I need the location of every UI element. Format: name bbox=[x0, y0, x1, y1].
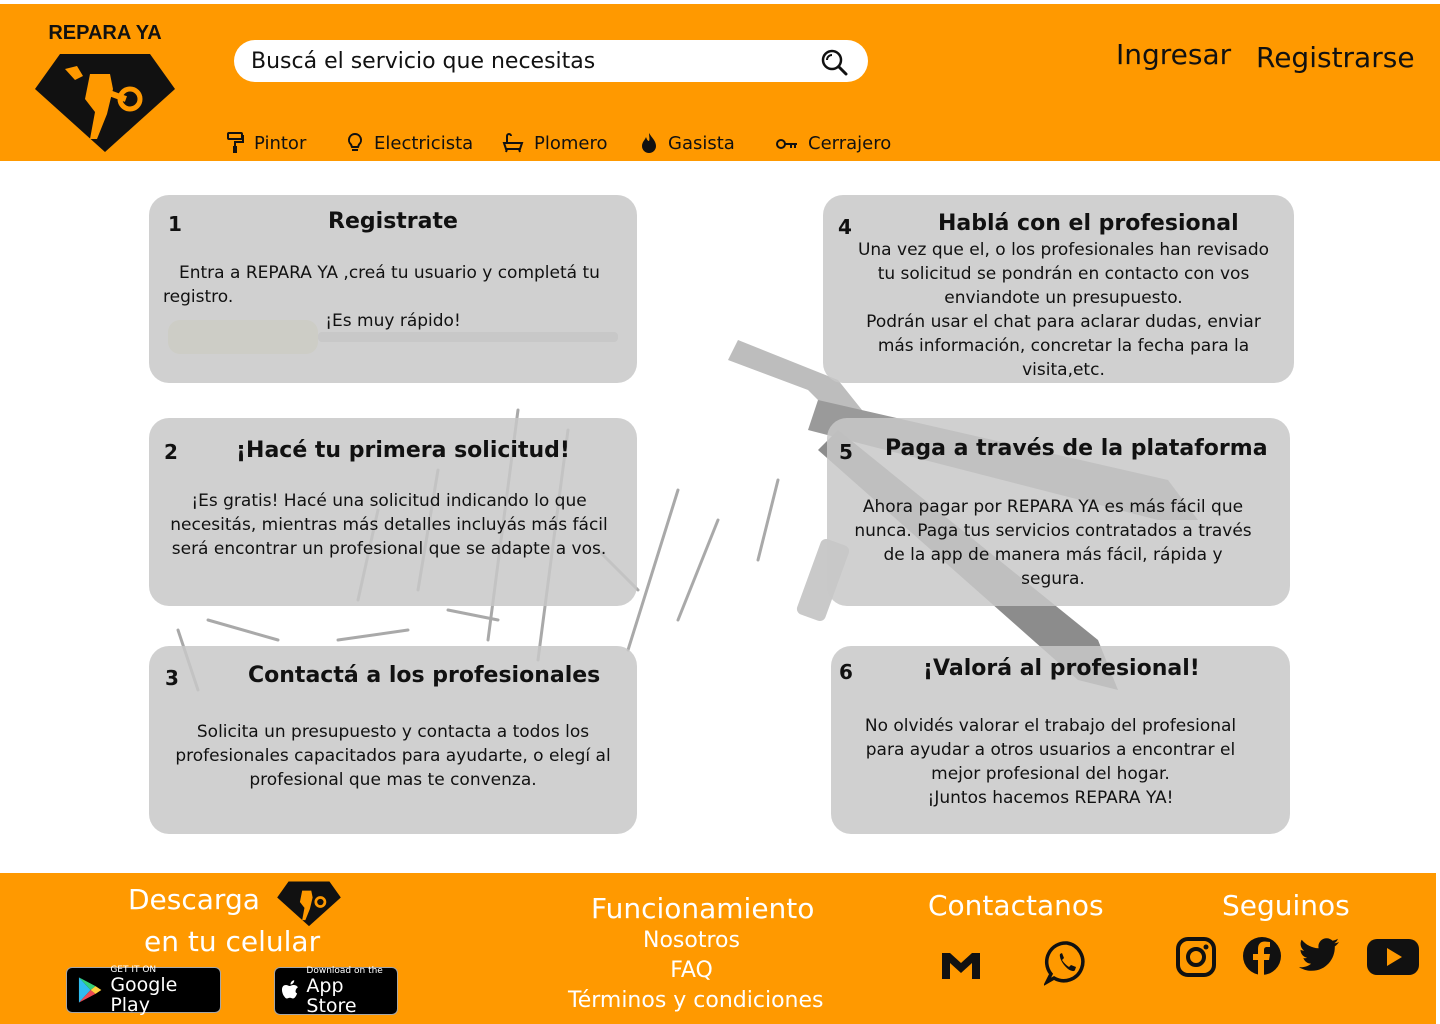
key-icon bbox=[776, 139, 797, 149]
step-number: 4 bbox=[838, 215, 852, 239]
nav-label: Pintor bbox=[254, 132, 307, 154]
youtube-icon[interactable] bbox=[1366, 937, 1420, 977]
logo[interactable]: REPARA YA bbox=[30, 22, 180, 157]
search-bar[interactable]: Buscá el servicio que necesitas bbox=[234, 40, 868, 82]
logo-text: REPARA YA bbox=[48, 22, 162, 44]
google-play-badge[interactable]: GET IT ON Google Play bbox=[66, 965, 221, 1016]
step-body-text: ¡Es muy rápido! bbox=[325, 311, 461, 331]
step-body-text: Entra a REPARA YA ,creá tu usuario y com… bbox=[163, 263, 600, 307]
nav-item-electricista[interactable]: Electricista bbox=[346, 132, 473, 154]
step-body-text: Solicita un presupuesto y contacta a tod… bbox=[175, 722, 611, 790]
step-title: ¡Hacé tu primera solicitud! bbox=[236, 438, 570, 463]
step-number: 2 bbox=[164, 440, 178, 464]
paint-roller-icon bbox=[227, 132, 244, 153]
step-card-6: 6 ¡Valorá al profesional! No olvidés val… bbox=[831, 646, 1290, 834]
logo-icon bbox=[277, 881, 341, 927]
step-body-text: Una vez que el, o los profesionales han … bbox=[857, 240, 1270, 308]
step-title: ¡Valorá al profesional! bbox=[923, 656, 1200, 681]
search-input[interactable]: Buscá el servicio que necesitas bbox=[251, 49, 595, 74]
step-card-5: 5 Paga a través de la plataforma Ahora p… bbox=[827, 418, 1290, 606]
step-number: 3 bbox=[165, 666, 179, 690]
footer-link-terminos[interactable]: Términos y condiciones bbox=[568, 988, 824, 1013]
twitter-icon[interactable] bbox=[1298, 938, 1340, 974]
step-body: No olvidés valorar el trabajo del profes… bbox=[853, 714, 1248, 810]
nav-label: Plomero bbox=[534, 132, 608, 154]
step-title: Paga a través de la plataforma bbox=[885, 436, 1268, 461]
nav-label: Electricista bbox=[374, 132, 474, 154]
bathtub-icon bbox=[502, 133, 524, 153]
nav-item-plomero[interactable]: Plomero bbox=[502, 132, 608, 154]
step-body-text: ¡Es gratis! Hacé una solicitud indicando… bbox=[170, 491, 608, 559]
lightbulb-icon bbox=[347, 132, 363, 151]
step-title: Registrate bbox=[328, 209, 458, 234]
nav-item-pintor[interactable]: Pintor bbox=[226, 132, 306, 154]
logo-icon bbox=[35, 54, 175, 152]
login-link[interactable]: Ingresar bbox=[1116, 38, 1231, 71]
step-body-text: Ahora pagar por REPARA YA es más fácil q… bbox=[854, 497, 1252, 589]
step-number: 5 bbox=[839, 440, 853, 464]
instagram-icon[interactable] bbox=[1175, 936, 1217, 978]
footer-link-faq[interactable]: FAQ bbox=[591, 958, 792, 983]
step-body-text: ¡Juntos hacemos REPARA YA! bbox=[927, 788, 1174, 808]
follow-heading: Seguinos bbox=[1222, 889, 1350, 922]
nav-label: Gasista bbox=[668, 132, 735, 154]
nav-item-cerrajero[interactable]: Cerrajero bbox=[776, 132, 891, 154]
step-title: Hablá con el profesional bbox=[938, 211, 1239, 236]
step-card-2: 2 ¡Hacé tu primera solicitud! ¡Es gratis… bbox=[149, 418, 637, 606]
contact-heading: Contactanos bbox=[928, 889, 1104, 922]
flame-icon bbox=[642, 133, 656, 153]
footer-link-nosotros[interactable]: Nosotros bbox=[591, 928, 792, 953]
info-heading: Funcionamiento bbox=[591, 892, 815, 925]
download-heading-line1: Descarga bbox=[128, 883, 260, 916]
app-store-big-text: App Store bbox=[306, 975, 357, 1017]
step-number: 6 bbox=[839, 660, 853, 684]
step-title: Contactá a los profesionales bbox=[248, 663, 601, 688]
footer: Descarga en tu celular GET IT ON Google … bbox=[0, 873, 1436, 1024]
step-body: Una vez que el, o los profesionales han … bbox=[851, 238, 1276, 382]
app-store-badge[interactable]: Download on the App Store bbox=[274, 966, 398, 1017]
step-body-text: No olvidés valorar el trabajo del profes… bbox=[864, 716, 1237, 784]
step-card-3: 3 Contactá a los profesionales Solicita … bbox=[149, 646, 637, 834]
step-body: Ahora pagar por REPARA YA es más fácil q… bbox=[849, 495, 1257, 591]
facebook-icon[interactable] bbox=[1242, 936, 1282, 976]
step-body: Entra a REPARA YA ,creá tu usuario y com… bbox=[163, 261, 623, 333]
search-icon[interactable] bbox=[820, 48, 848, 76]
whatsapp-icon[interactable] bbox=[1044, 940, 1090, 986]
google-play-big-text: Google Play bbox=[110, 974, 178, 1016]
download-heading-line2: en tu celular bbox=[144, 925, 321, 958]
google-play-icon bbox=[78, 977, 102, 1003]
header: REPARA YA Buscá el servicio que necesita… bbox=[0, 4, 1440, 161]
step-body: ¡Es gratis! Hacé una solicitud indicando… bbox=[159, 489, 619, 561]
step-card-4: 4 Hablá con el profesional Una vez que e… bbox=[823, 195, 1294, 383]
apple-icon bbox=[281, 980, 298, 999]
nav-label: Cerrajero bbox=[808, 132, 892, 154]
gmail-icon[interactable] bbox=[940, 949, 982, 981]
step-body: Solicita un presupuesto y contacta a tod… bbox=[173, 720, 613, 792]
nav-item-gasista[interactable]: Gasista bbox=[640, 132, 735, 154]
step-card-1: 1 Registrate Entra a REPARA YA ,creá tu … bbox=[149, 195, 637, 383]
step-body-text: Podrán usar el chat para aclarar dudas, … bbox=[866, 312, 1261, 380]
register-link[interactable]: Registrarse bbox=[1256, 41, 1415, 74]
